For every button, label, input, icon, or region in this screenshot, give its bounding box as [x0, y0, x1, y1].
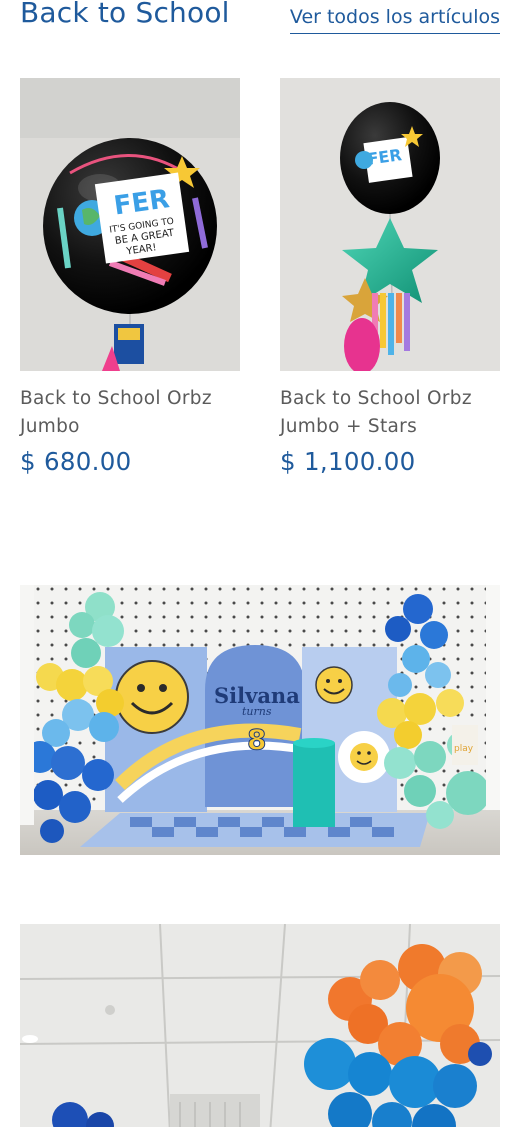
product-price: $ 1,100.00 [280, 447, 416, 476]
product-image[interactable]: FER IT'S GOING TO BE A GREAT YEAR! [20, 78, 240, 371]
product-name[interactable]: Back to School Orbz Jumbo + Stars [280, 385, 500, 441]
product-price: $ 680.00 [20, 447, 132, 476]
product-image[interactable]: FER [280, 78, 500, 371]
backdrop-subtitle-text: turns [242, 705, 272, 718]
orbz-balloon-illustration: FER IT'S GOING TO BE A GREAT YEAR! [20, 78, 240, 371]
view-all-link[interactable]: Ver todos los artículos [289, 6, 500, 34]
daisy-icon [338, 731, 390, 783]
product-card[interactable]: FER IT'S GOING TO BE A GREAT YEAR! Back … [20, 78, 240, 476]
backdrop-age-text: 8 [247, 723, 266, 756]
product-card[interactable]: FER Back to School Orbz Jumbo + Stars $ … [280, 78, 500, 476]
play-sign-text: play [454, 744, 474, 754]
balloon-column-illustration [20, 924, 500, 1127]
birthday-backdrop-illustration: Silvana turns 8 play [20, 585, 500, 855]
promo-banner-balloons[interactable] [20, 924, 500, 1127]
section-title: Back to School [20, 0, 230, 29]
promo-banner-backdrop[interactable]: Silvana turns 8 play [20, 585, 500, 855]
product-section: Back to School Ver todos los artículos F… [0, 0, 520, 1127]
orbz-stars-balloon-illustration: FER [280, 78, 500, 371]
product-name[interactable]: Back to School Orbz Jumbo [20, 385, 240, 441]
